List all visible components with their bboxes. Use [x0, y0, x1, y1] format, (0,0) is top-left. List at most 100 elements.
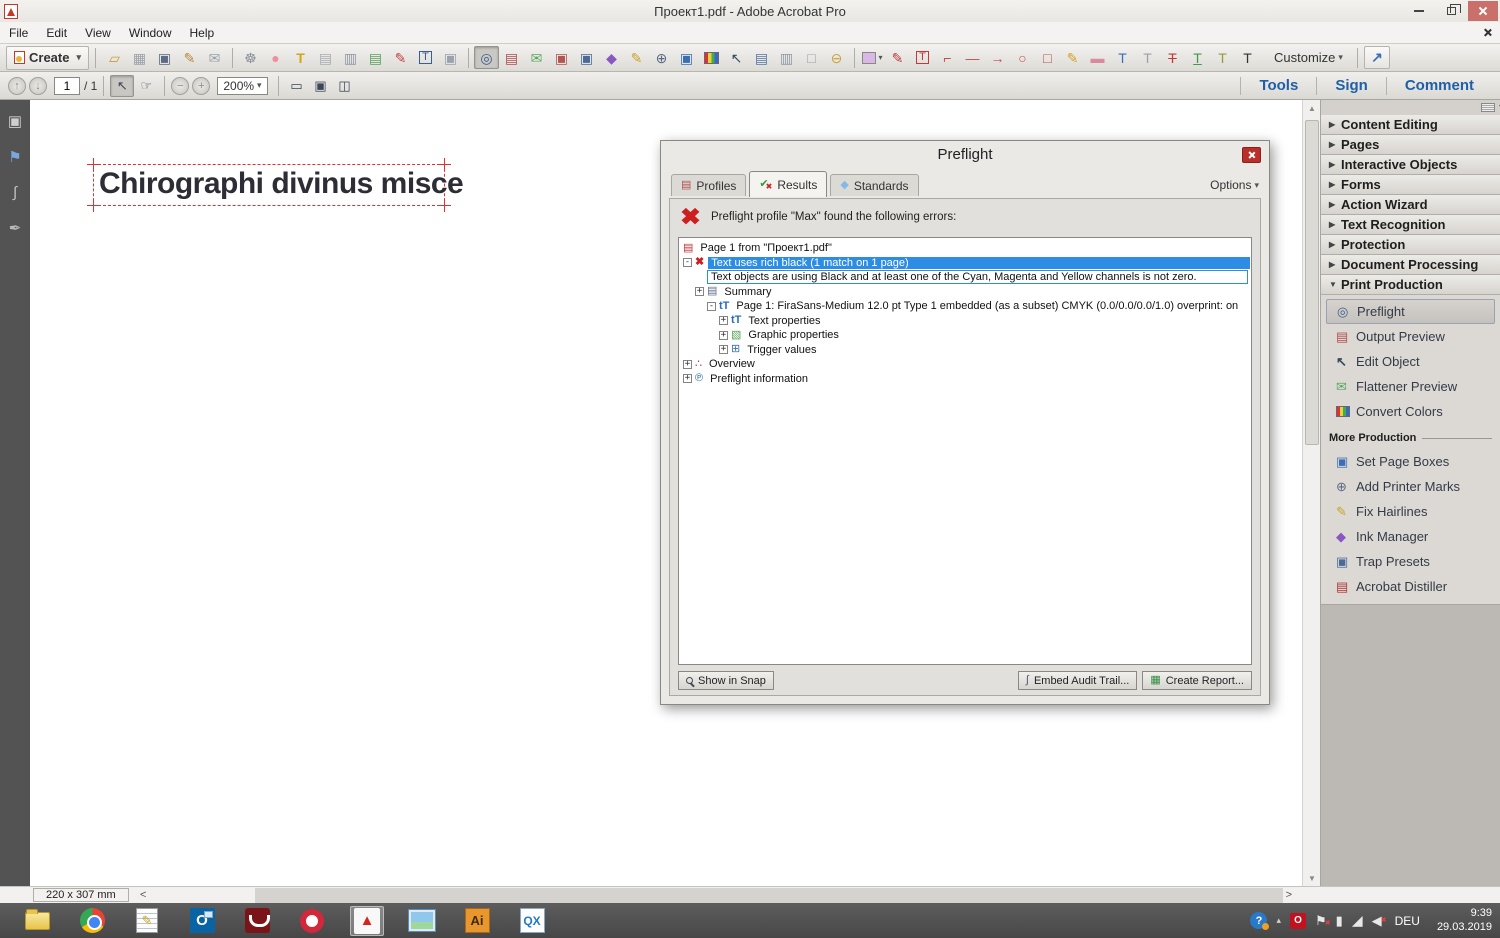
fit-page-icon[interactable]: ▣ — [309, 75, 333, 97]
menu-item[interactable]: File — [0, 22, 37, 44]
fix-hairlines-icon[interactable]: ✎ — [624, 46, 649, 69]
divider[interactable] — [468, 47, 469, 68]
outlook-icon[interactable]: O — [185, 906, 219, 936]
gear-icon[interactable]: ☸ — [238, 46, 263, 69]
preflight-icon[interactable]: ◎ — [474, 46, 499, 69]
sidebar-tool[interactable]: ⊕ Add Printer Marks — [1321, 474, 1500, 499]
scroll-up-icon[interactable] — [1303, 100, 1321, 116]
tree-row[interactable]: ▤ Page 1 from "Проект1.pdf" — [683, 241, 1250, 256]
sidebar-tool[interactable]: ↖ Edit Object — [1321, 349, 1500, 374]
zoom-level-select[interactable]: 200% — [217, 76, 268, 95]
print-icon[interactable]: ▣ — [152, 46, 177, 69]
action-center-flag-icon[interactable]: ⚑ — [1315, 913, 1330, 929]
minimize-button[interactable] — [1404, 1, 1434, 21]
hscroll-right-icon[interactable]: > — [1286, 889, 1292, 901]
network-signal-icon[interactable]: ◢ — [1352, 912, 1363, 929]
selected-text-frame[interactable]: Chirographi divinus misce — [87, 158, 464, 212]
dialog-tab[interactable]: ◆ Standards — [830, 174, 919, 196]
clock[interactable]: 9:39 29.03.2019 — [1437, 907, 1492, 935]
next-page-icon[interactable]: ↓ — [29, 76, 47, 95]
create-report-button[interactable]: ▦ Create Report... — [1142, 671, 1252, 690]
sidebar-panel-header[interactable]: ▶ Action Wizard — [1321, 195, 1500, 215]
volume-muted-icon[interactable]: ◀ — [1372, 913, 1387, 929]
callout-icon[interactable]: ⌐ — [935, 46, 960, 69]
tree-row[interactable]: + tT Text properties — [683, 314, 1250, 329]
signatures-icon[interactable]: ✒ — [9, 219, 22, 237]
divider[interactable] — [232, 47, 233, 68]
tree-row[interactable]: + ℗ Preflight information — [683, 372, 1250, 387]
optimize-pdf-icon[interactable]: ▥ — [774, 46, 799, 69]
color-swatch-icon[interactable] — [860, 46, 885, 69]
dialog-close-icon[interactable] — [1242, 147, 1261, 163]
create-button[interactable]: Create — [6, 45, 89, 70]
sidebar-panel-header[interactable]: ▶ Protection — [1321, 235, 1500, 255]
scrolling-mode-icon[interactable]: ▭ — [285, 75, 309, 97]
pages-icon[interactable]: ▣ — [438, 46, 463, 69]
chevron-up-icon[interactable]: ▴ — [1276, 915, 1281, 926]
power-icon[interactable]: ▮ — [1336, 913, 1343, 929]
panel-link[interactable]: Sign — [1317, 77, 1386, 94]
illustrator-icon[interactable]: Ai — [460, 906, 494, 936]
page-number-input[interactable] — [54, 76, 80, 95]
embed-audit-trail-button[interactable]: ∫ Embed Audit Trail... — [1017, 671, 1138, 690]
bookmarks-icon[interactable]: ⚑ — [8, 148, 21, 166]
flattener-preview-icon[interactable]: ✉ — [524, 46, 549, 69]
sidebar-panel-header[interactable]: ▶ Pages — [1321, 135, 1500, 155]
replace-text-icon[interactable]: T — [1135, 46, 1160, 69]
sidebar-tool[interactable]: Convert Colors — [1321, 399, 1500, 424]
eraser-icon[interactable]: ▬ — [1085, 46, 1110, 69]
options-button[interactable]: Options — [1210, 178, 1259, 192]
sidebar-tool[interactable]: ▤ Output Preview — [1321, 324, 1500, 349]
distiller-icon[interactable]: ⊖ — [824, 46, 849, 69]
hand-tool-icon[interactable]: ☞ — [134, 75, 158, 97]
zoom-out-icon[interactable]: − — [171, 76, 190, 95]
strikethrough-text-icon[interactable]: T — [1160, 46, 1185, 69]
panel-options-icon[interactable] — [1481, 102, 1500, 112]
divider[interactable] — [854, 47, 855, 68]
edit-document-icon[interactable]: ✎ — [388, 46, 413, 69]
tree-expander-icon[interactable]: - — [707, 301, 716, 311]
square-icon[interactable]: □ — [1035, 46, 1060, 69]
open-file-icon[interactable]: ▱ — [102, 46, 127, 69]
output-settings-icon[interactable]: ▤ — [749, 46, 774, 69]
dialog-tab[interactable]: ✔ Results — [749, 171, 828, 197]
sidebar-panel-header[interactable]: ▶ Document Processing — [1321, 255, 1500, 275]
sidebar-tool[interactable]: ▣ Set Page Boxes — [1321, 449, 1500, 474]
reader-icon[interactable] — [240, 906, 274, 936]
sidebar-tool[interactable]: ✉ Flattener Preview — [1321, 374, 1500, 399]
tree-expander-icon[interactable]: + — [683, 359, 692, 369]
export-file-icon[interactable]: ▤ — [363, 46, 388, 69]
tree-row[interactable]: - ✖ Text uses rich black (1 match on 1 p… — [683, 256, 1250, 271]
comment-bubble-icon[interactable]: ● — [263, 46, 288, 69]
tree-expander-icon[interactable]: + — [719, 345, 728, 355]
customize-button[interactable]: Customize — [1274, 50, 1343, 65]
sidebar-tool[interactable]: ▣ Trap Presets — [1321, 549, 1500, 574]
tree-row[interactable]: + ▤ Summary — [683, 285, 1250, 300]
highlight-text-icon[interactable]: T — [288, 46, 313, 69]
help-icon[interactable]: ? — [1250, 912, 1270, 930]
circle-icon[interactable]: ○ — [1010, 46, 1035, 69]
page-thumbnails-icon[interactable]: ▣ — [8, 112, 22, 130]
opera-icon[interactable] — [295, 906, 329, 936]
panel-link[interactable]: Comment — [1387, 77, 1492, 94]
find-document-icon[interactable]: ▥ — [338, 46, 363, 69]
sidebar-panel-header[interactable]: ▼ Print Production — [1321, 275, 1500, 295]
line-icon[interactable]: — — [960, 46, 985, 69]
set-page-boxes-icon[interactable]: ▣ — [674, 46, 699, 69]
notepad-icon[interactable]: ✎ — [130, 906, 164, 936]
output-preview-icon[interactable]: ▤ — [499, 46, 524, 69]
add-text-box-icon[interactable]: T — [413, 46, 438, 69]
tree-expander-icon[interactable]: + — [695, 287, 704, 297]
hscroll-left-icon[interactable]: < — [140, 889, 146, 901]
trap-presets-icon[interactable]: ▣ — [574, 46, 599, 69]
menubar-close-icon[interactable] — [1483, 28, 1492, 37]
sidebar-panel-header[interactable]: ▶ Interactive Objects — [1321, 155, 1500, 175]
tree-row[interactable]: + ▧ Graphic properties — [683, 328, 1250, 343]
pencil-icon[interactable]: ✎ — [1060, 46, 1085, 69]
tree-row[interactable]: - tT Page 1: FiraSans-Medium 12.0 pt Typ… — [683, 299, 1250, 314]
previous-page-icon[interactable]: ↑ — [8, 76, 26, 95]
close-button[interactable] — [1468, 1, 1498, 21]
sidebar-tool[interactable]: ◆ Ink Manager — [1321, 524, 1500, 549]
email-icon[interactable]: ✉ — [202, 46, 227, 69]
sidebar-tool[interactable]: ✎ Fix Hairlines — [1321, 499, 1500, 524]
